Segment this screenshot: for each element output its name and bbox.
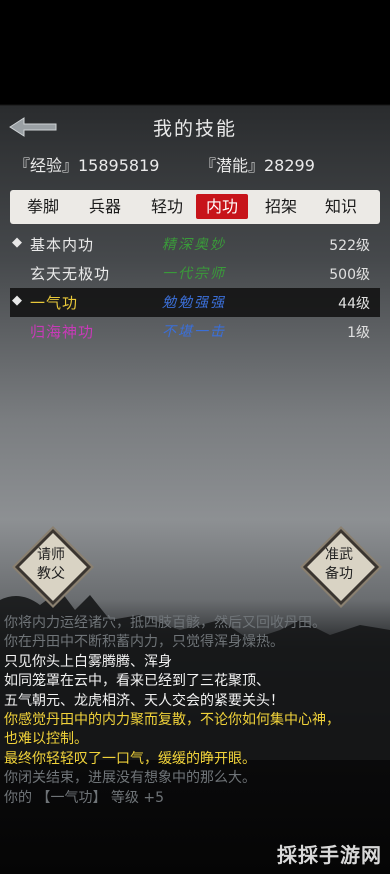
tab-lightness[interactable]: 轻功 <box>142 194 192 219</box>
site-watermark: 採採手游网 <box>277 843 382 867</box>
skill-rank: 精深奥妙 <box>162 237 226 253</box>
skill-rank: 勉勉强强 <box>162 295 226 311</box>
skill-level: 44级 <box>338 296 370 312</box>
prepare-martial-button[interactable]: 准武 备功 <box>302 528 380 606</box>
page-title: 我的技能 <box>152 118 237 140</box>
prepare-martial-label: 准武 备功 <box>325 547 353 582</box>
log-line: 如同笼罩在云中，看来已经到了三花聚顶、 <box>4 673 270 690</box>
skill-name: 基本内功 <box>30 236 95 254</box>
skill-name: 玄天无极功 <box>30 265 111 283</box>
skill-name: 归海神功 <box>30 323 95 341</box>
tab-internal[interactable]: 内功 <box>196 194 248 219</box>
skill-level: 522级 <box>329 238 370 254</box>
log-line: 你在丹田中不断积蓄内力，只觉得浑身燥热。 <box>4 634 284 651</box>
log-line: 只见你头上白雾腾腾、浑身 <box>4 653 172 670</box>
skill-rank: 不堪一击 <box>162 324 226 340</box>
skill-name: 一气功 <box>30 294 79 312</box>
skill-category-tabs: 拳脚 兵器 轻功 内功 招架 知识 <box>10 190 380 224</box>
log-line: 你闭关结束，进展没有想象中的那么大。 <box>4 770 256 787</box>
skill-rank: 一代宗师 <box>162 266 226 282</box>
skill-screen: 我的技能 『经验』15895819 『潜能』28299 拳脚 兵器 轻功 内功 … <box>0 0 390 874</box>
ask-master-label: 请师 教父 <box>37 547 65 582</box>
log-line: 也难以控制。 <box>4 731 88 748</box>
log-line: 你的 【一气功】 等级 +5 <box>4 789 164 806</box>
message-log: 你将内力运经诸穴，抵四肢百骸，然后又回收丹田。 你在丹田中不断积蓄内力，只觉得浑… <box>4 614 386 808</box>
skill-row[interactable]: 归海神功 不堪一击 1级 <box>10 317 380 346</box>
log-line: 五气朝元、龙虎相济、天人交会的紧要关头！ <box>4 692 284 709</box>
ask-master-button[interactable]: 请师 教父 <box>14 528 92 606</box>
skill-level: 1级 <box>347 325 370 341</box>
tab-knowledge[interactable]: 知识 <box>316 194 366 219</box>
log-line: 你将内力运经诸穴，抵四肢百骸，然后又回收丹田。 <box>4 615 326 631</box>
skill-row-selected[interactable]: ◆ 一气功 勉勉强强 44级 <box>10 288 380 317</box>
tab-fist[interactable]: 拳脚 <box>18 194 68 219</box>
log-line: 最终你轻轻叹了一口气，缓缓的睁开眼。 <box>4 750 256 767</box>
skill-row[interactable]: ◆ 基本内功 精深奥妙 522级 <box>10 230 380 259</box>
tab-weapon[interactable]: 兵器 <box>80 194 130 219</box>
tab-parry[interactable]: 招架 <box>256 194 306 219</box>
log-line: 你感觉丹田中的内力聚而复散，不论你如何集中心神， <box>4 712 340 729</box>
exp-stat: 『经验』15895819 <box>14 156 160 175</box>
skill-list: ◆ 基本内功 精深奥妙 522级 玄天无极功 一代宗师 500级 ◆ 一气功 勉… <box>10 230 380 346</box>
selected-marker-icon: ◆ <box>12 293 22 308</box>
skill-row[interactable]: 玄天无极功 一代宗师 500级 <box>10 259 380 288</box>
potential-stat: 『潜能』28299 <box>200 156 315 175</box>
selected-marker-icon: ◆ <box>12 235 22 250</box>
skill-level: 500级 <box>329 267 370 283</box>
